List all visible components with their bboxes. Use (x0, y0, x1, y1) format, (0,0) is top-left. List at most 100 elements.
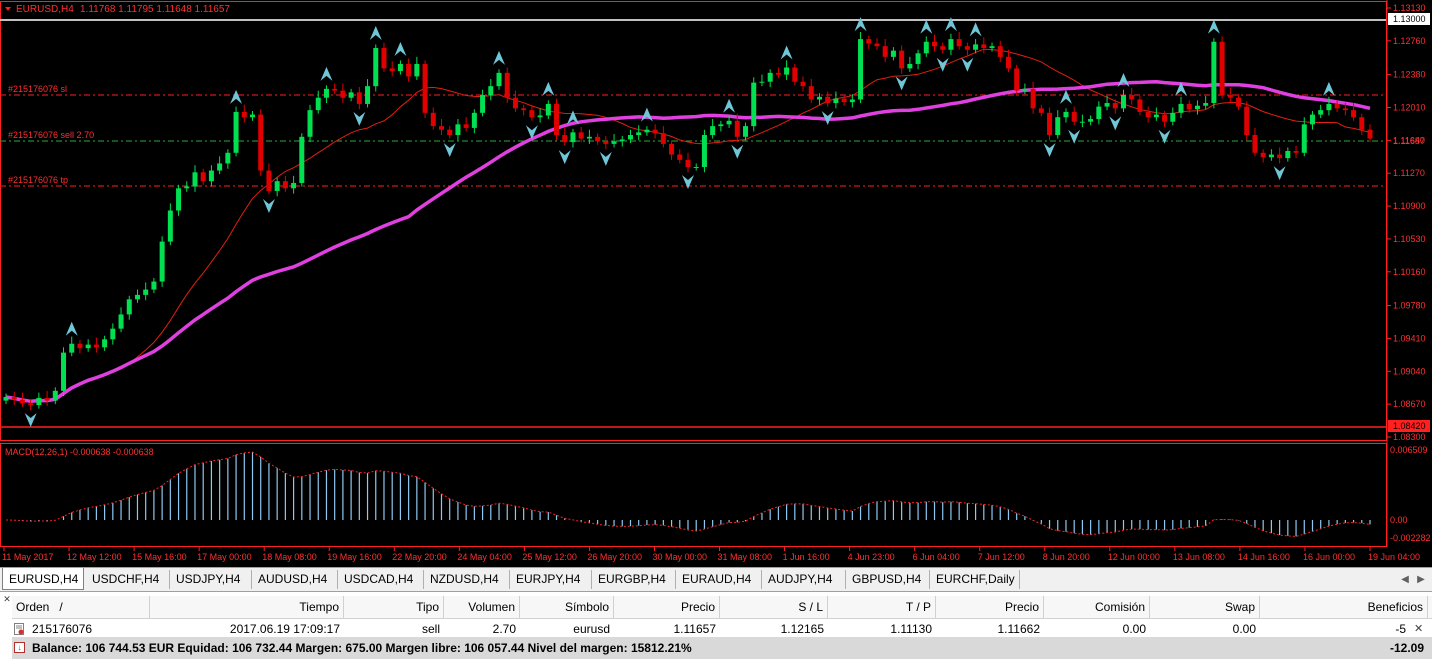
candle-body (849, 99, 855, 103)
col-tiempo[interactable]: Tiempo (150, 596, 344, 618)
title-menu-icon[interactable] (5, 7, 11, 11)
candle-body (496, 72, 502, 87)
fractal-down-arrow (895, 76, 908, 91)
price-tick-label: 1.13130 (1393, 3, 1426, 13)
fractal-up-arrow (969, 22, 982, 37)
candle-body (1268, 154, 1274, 158)
fractal-up-arrow (65, 321, 78, 336)
time-tick-label: 1 Jun 16:00 (783, 552, 830, 562)
candle-body (93, 344, 99, 348)
candle-body (1153, 114, 1159, 118)
tab-eurchf-daily[interactable]: EURCHF,Daily (930, 570, 1020, 589)
macd-scale-zero: 0.00 (1390, 515, 1408, 525)
candle-body (1063, 111, 1069, 118)
candle-body (734, 120, 740, 137)
candle-body (726, 120, 732, 125)
fractal-down-arrow (731, 144, 744, 159)
candle-body (759, 81, 765, 83)
candle-body (504, 72, 510, 98)
candle-body (266, 170, 272, 191)
candle-body (463, 124, 469, 128)
col-tipo[interactable]: Tipo (344, 596, 444, 618)
candle-body (1203, 103, 1209, 106)
time-tick-label: 22 May 20:00 (392, 552, 447, 562)
tab-scroll-right-icon[interactable]: ▶ (1414, 573, 1428, 587)
candle-body (923, 41, 929, 54)
candle-body (981, 44, 987, 48)
tab-eurjpy-h4[interactable]: EURJPY,H4 (510, 570, 592, 589)
candle-body (1342, 108, 1348, 111)
col-precio-actual[interactable]: Precio (936, 596, 1044, 618)
col-beneficios[interactable]: Beneficios (1260, 596, 1428, 618)
candle-body (192, 172, 198, 187)
main-chart-frame (0, 1, 1387, 441)
candle-body (792, 67, 798, 82)
candle-body (414, 63, 420, 77)
fractal-up-arrow (723, 98, 736, 113)
candle-body (816, 96, 822, 100)
candle-body (11, 397, 17, 400)
candle-body (1260, 152, 1266, 158)
time-tick-label: 26 May 20:00 (587, 552, 642, 562)
price-chart-panel[interactable]: EURUSD,H4 1.11768 1.11795 1.11648 1.1165… (0, 0, 1432, 567)
candle-body (800, 81, 806, 87)
candle-body (1137, 99, 1143, 112)
candle-body (315, 97, 321, 111)
price-tick-label: 1.09040 (1393, 366, 1426, 376)
tab-eurgbp-h4[interactable]: EURGBP,H4 (592, 570, 676, 589)
candle-body (570, 132, 576, 143)
candle-body (488, 86, 494, 96)
candle-body (1047, 112, 1053, 136)
col-volumen[interactable]: Volumen (444, 596, 520, 618)
candle-body (825, 96, 831, 104)
candle-body (44, 397, 50, 401)
candle-body (915, 53, 921, 64)
col-tp[interactable]: T / P (828, 596, 936, 618)
candle-body (948, 39, 954, 50)
candle-body (1227, 95, 1233, 98)
lower-line-price: 1.08420 (1393, 421, 1426, 431)
tab-audusd-h4[interactable]: AUDUSD,H4 (252, 570, 338, 589)
tab-usdchf-h4[interactable]: USDCHF,H4 (86, 570, 170, 589)
col-simbolo[interactable]: Símbolo (520, 596, 614, 618)
col-comision[interactable]: Comisión (1044, 596, 1150, 618)
candle-body (578, 132, 584, 139)
candle-body (1351, 110, 1357, 118)
col-sl[interactable]: S / L (720, 596, 828, 618)
col-swap[interactable]: Swap (1150, 596, 1260, 618)
candle-body (1359, 117, 1365, 130)
macd-histogram-group (5, 451, 1371, 537)
candle-body (1277, 154, 1283, 159)
price-tick-label: 1.10900 (1393, 201, 1426, 211)
candle-body (118, 314, 124, 329)
candle-body (1088, 119, 1094, 122)
tab-eurusd-h4[interactable]: EURUSD,H4 (2, 568, 84, 590)
fractal-up-arrow (780, 45, 793, 60)
candle-body (718, 124, 724, 127)
symbol-title: EURUSD,H4 (16, 4, 74, 15)
candle-body (521, 108, 527, 111)
candle-body (652, 129, 658, 134)
fractal-up-arrow (944, 17, 957, 32)
candle-body (85, 344, 91, 349)
candle-body (1112, 103, 1118, 109)
tab-scroll-left-icon[interactable]: ◀ (1398, 573, 1412, 587)
candle-body (373, 47, 379, 87)
col-orden[interactable]: Orden / (12, 596, 150, 618)
price-tick-label: 1.12380 (1393, 70, 1426, 80)
tab-nzdusd-h4[interactable]: NZDUSD,H4 (424, 570, 510, 589)
terminal-close-icon[interactable]: ✕ (2, 594, 12, 604)
time-tick-label: 4 Jun 23:00 (848, 552, 895, 562)
price-tick-label: 1.09780 (1393, 301, 1426, 311)
macd-label: MACD(12,26,1) -0.000638 -0.000638 (5, 447, 154, 457)
col-precio[interactable]: Precio (614, 596, 720, 618)
tab-usdjpy-h4[interactable]: USDJPY,H4 (170, 570, 252, 589)
balance-row: ↓ Balance: 106 744.53 EUR Equidad: 106 7… (12, 637, 1432, 659)
candle-body (940, 46, 946, 50)
tab-audjpy-h4[interactable]: AUDJPY,H4 (762, 570, 846, 589)
tab-gbpusd-h4[interactable]: GBPUSD,H4 (846, 570, 930, 589)
chart-canvas[interactable]: EURUSD,H4 1.11768 1.11795 1.11648 1.1165… (0, 0, 1432, 567)
tab-euraud-h4[interactable]: EURAUD,H4 (676, 570, 762, 589)
candle-body (52, 390, 58, 401)
tab-usdcad-h4[interactable]: USDCAD,H4 (338, 570, 424, 589)
